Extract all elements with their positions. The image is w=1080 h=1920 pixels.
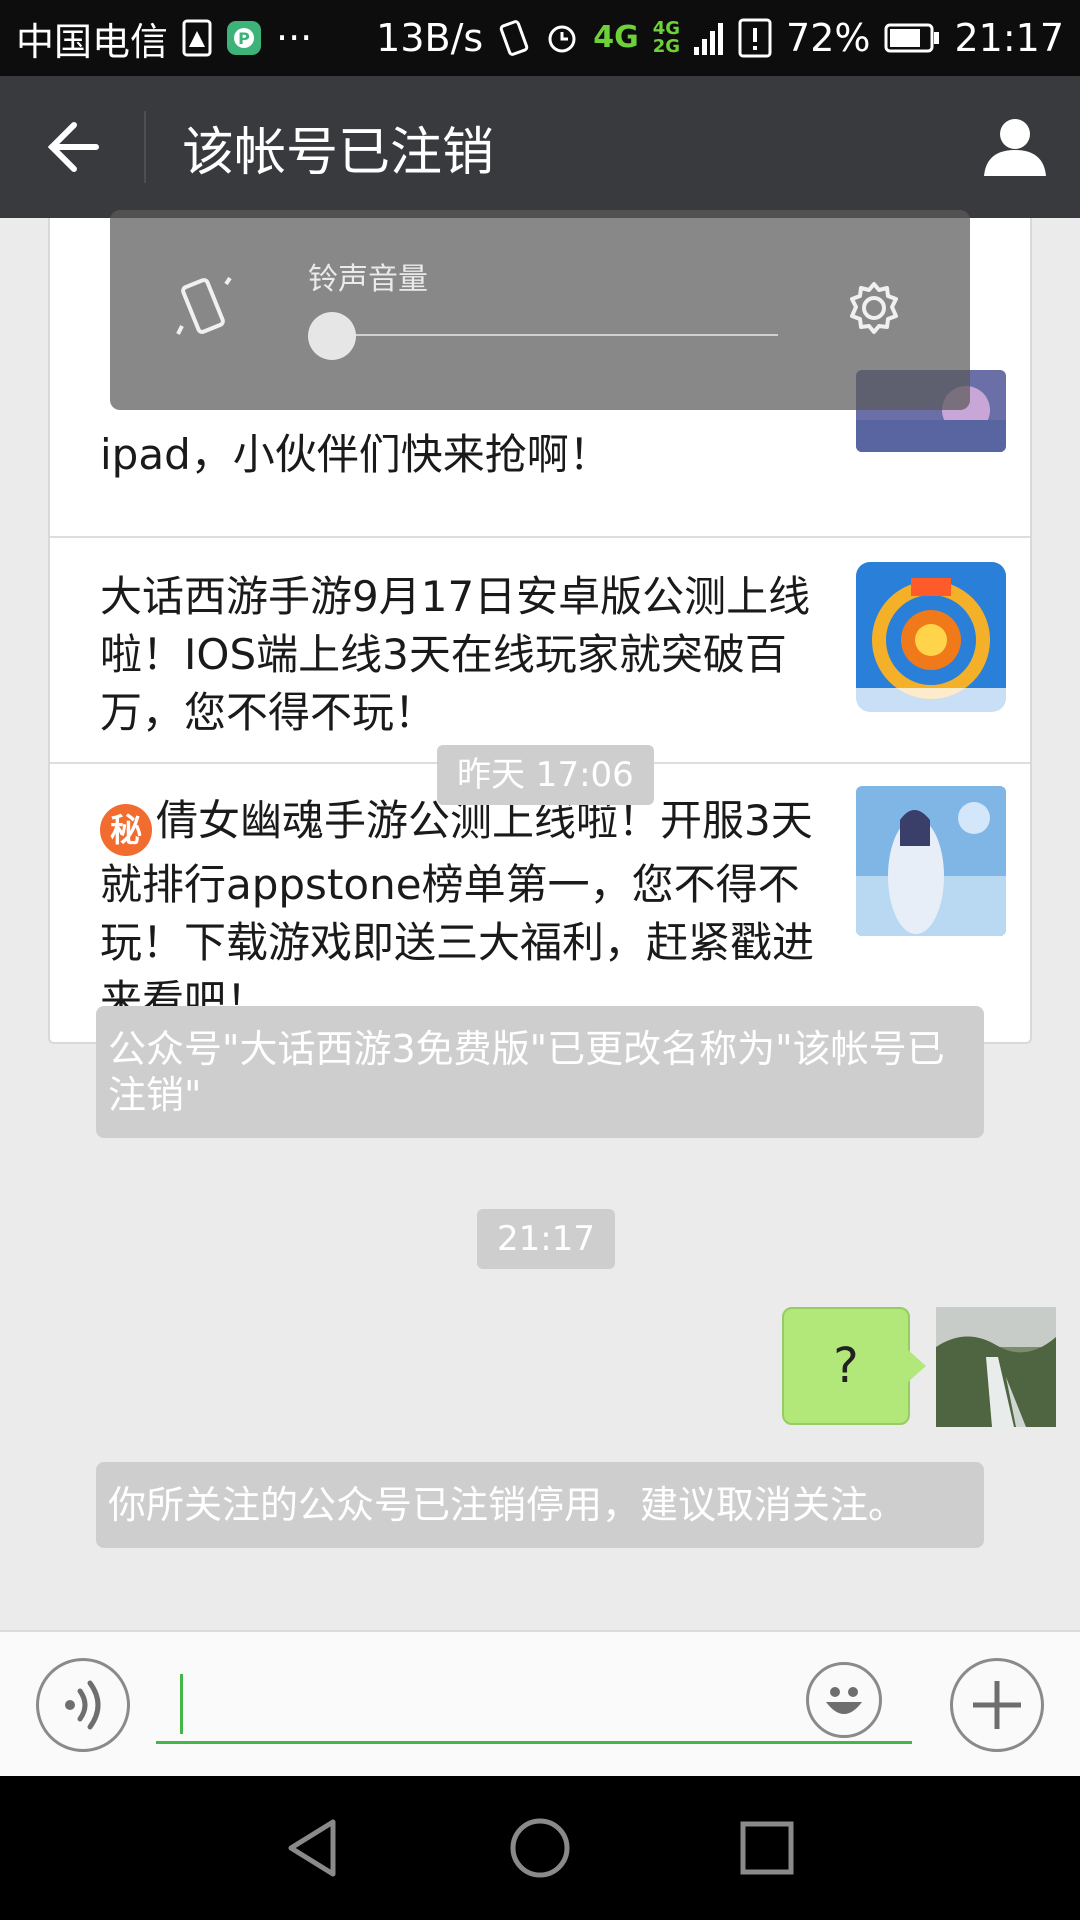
title-divider	[144, 111, 146, 183]
system-message: 公众号"大话西游3免费版"已更改名称为"该帐号已注销"	[96, 1006, 984, 1138]
page-title: 该帐号已注销	[182, 122, 495, 183]
signal-icon	[694, 21, 724, 55]
volume-label: 铃声音量	[308, 262, 428, 297]
profile-button[interactable]	[950, 76, 1080, 218]
smiley-icon	[826, 1687, 862, 1714]
system-message: 你所关注的公众号已注销停用，建议取消关注。	[96, 1462, 984, 1548]
alarm-icon	[545, 21, 579, 55]
vibrate-phone-icon[interactable]	[176, 276, 232, 344]
network-2g-small: 2G	[652, 36, 681, 57]
bubble-tail	[908, 1350, 926, 1382]
news-item[interactable]: 大话西游手游9月17日安卓版公测上线啦！IOS端上线3天在线玩家就突破百万，您不…	[50, 538, 1030, 764]
triangle-back-icon	[288, 1819, 336, 1877]
secret-badge: 秘	[100, 804, 152, 856]
circle-home-icon	[510, 1818, 570, 1878]
system-nav-bar	[0, 1776, 1080, 1920]
chat-area[interactable]: ipad，小伙伴们快来抢啊！ 大话西游手游9月17日安卓版公测上线啦！IOS端上…	[0, 218, 1080, 1630]
sim-alert-icon	[738, 18, 772, 58]
news-title: 大话西游手游9月17日安卓版公测上线啦！IOS端上线3天在线玩家就突破百万，您不…	[100, 572, 811, 737]
more-notifications: ···	[276, 16, 313, 60]
timestamp-label: 昨天 17:06	[437, 745, 654, 805]
network-4g-label: 4G	[593, 20, 639, 55]
network-stack: 4G 2G	[653, 20, 680, 56]
news-title: ipad，小伙伴们快来抢啊！	[100, 430, 611, 479]
volume-slider-track[interactable]	[332, 334, 778, 336]
message-input[interactable]	[156, 1660, 912, 1744]
user-message-bubble[interactable]: ?	[782, 1307, 910, 1425]
sim-warning-icon	[182, 19, 212, 57]
ringtone-volume-popup: 铃声音量	[110, 210, 970, 410]
nav-home-button[interactable]	[480, 1788, 600, 1908]
voice-wave-icon	[65, 1680, 101, 1730]
square-recents-icon	[740, 1821, 794, 1875]
more-options-button[interactable]	[950, 1658, 1044, 1752]
arrow-left-icon	[47, 122, 99, 172]
vibrate-status-icon	[497, 19, 531, 57]
volume-slider-knob[interactable]	[308, 312, 356, 360]
status-bar: 中国电信 P ··· 13B/s 4G 4G 2G 72% 21:17	[0, 0, 1080, 76]
news-item[interactable]: 秘倩女幽魂手游公测上线啦！开服3天就排行appstone榜单第一，您不得不玩！下…	[50, 764, 1030, 1046]
battery-icon	[884, 23, 940, 53]
person-icon	[984, 119, 1046, 176]
p-app-icon: P	[226, 20, 262, 56]
back-button[interactable]	[0, 76, 144, 218]
qiannv-youhun-thumb	[856, 786, 1006, 936]
wechat-chat-screen: 中国电信 P ··· 13B/s 4G 4G 2G 72% 21:17 该帐号已…	[0, 0, 1080, 1920]
volume-settings-button[interactable]	[846, 280, 902, 340]
timestamp-label: 21:17	[477, 1209, 615, 1269]
network-speed: 13B/s	[376, 16, 484, 60]
voice-input-button[interactable]	[36, 1658, 130, 1752]
clock: 21:17	[954, 16, 1064, 60]
carrier-label: 中国电信	[16, 19, 169, 64]
gear-icon	[850, 282, 898, 334]
nav-recents-button[interactable]	[707, 1788, 827, 1908]
battery-percent: 72%	[786, 16, 871, 60]
text-cursor	[180, 1674, 183, 1734]
news-title: 秘倩女幽魂手游公测上线啦！开服3天就排行appstone榜单第一，您不得不玩！下…	[100, 792, 840, 1030]
title-bar: 该帐号已注销	[0, 76, 1080, 218]
plus-icon	[973, 1681, 1021, 1729]
dahua-xiyou-logo-thumb	[856, 562, 1006, 712]
input-bar	[0, 1630, 1080, 1776]
emoji-button[interactable]	[806, 1662, 882, 1738]
nav-back-button[interactable]	[253, 1788, 373, 1908]
news-title-text: 倩女幽魂手游公测上线啦！开服3天就排行appstone榜单第一，您不得不玩！下载…	[100, 796, 815, 1025]
avatar[interactable]	[936, 1307, 1056, 1427]
svg-text:P: P	[238, 29, 250, 48]
